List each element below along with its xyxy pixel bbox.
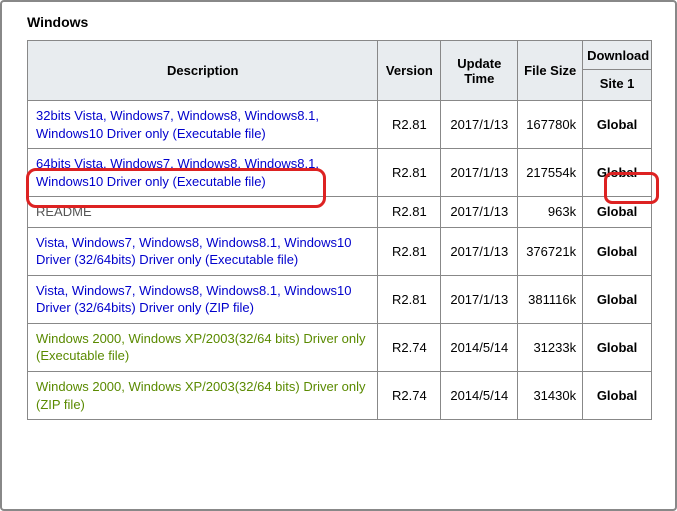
version-cell: R2.81 [378,197,441,228]
file-size-cell: 217554k [518,149,583,197]
update-time-cell: 2014/5/14 [441,372,518,420]
col-header-version: Version [378,41,441,101]
update-time-cell: 2017/1/13 [441,197,518,228]
description-cell[interactable]: Vista, Windows7, Windows8, Windows8.1, W… [28,275,378,323]
description-link[interactable]: 32bits Vista, Windows7, Windows8, Window… [36,108,319,141]
description-link[interactable]: 64bits Vista, Windows7, Windows8, Window… [36,156,319,189]
download-link-global[interactable]: Global [597,165,637,180]
version-cell: R2.81 [378,101,441,149]
col-header-file-size: File Size [518,41,583,101]
table-row: 32bits Vista, Windows7, Windows8, Window… [28,101,652,149]
description-cell[interactable]: Windows 2000, Windows XP/2003(32/64 bits… [28,323,378,371]
description-link: README [36,204,92,219]
download-link-global[interactable]: Global [597,244,637,259]
col-header-site1: Site 1 [583,69,652,100]
download-cell: Global [583,323,652,371]
col-header-update-time: Update Time [441,41,518,101]
description-cell[interactable]: 64bits Vista, Windows7, Windows8, Window… [28,149,378,197]
table-row: Windows 2000, Windows XP/2003(32/64 bits… [28,323,652,371]
download-cell: Global [583,227,652,275]
download-link-global[interactable]: Global [597,292,637,307]
description-cell[interactable]: Vista, Windows7, Windows8, Windows8.1, W… [28,227,378,275]
download-link-global[interactable]: Global [597,340,637,355]
version-cell: R2.81 [378,227,441,275]
update-time-cell: 2017/1/13 [441,227,518,275]
table-row: Vista, Windows7, Windows8, Windows8.1, W… [28,275,652,323]
description-cell: README [28,197,378,228]
update-time-cell: 2017/1/13 [441,149,518,197]
download-cell: Global [583,149,652,197]
description-cell[interactable]: Windows 2000, Windows XP/2003(32/64 bits… [28,372,378,420]
col-header-download: Download [583,41,652,70]
update-time-cell: 2017/1/13 [441,275,518,323]
file-size-cell: 963k [518,197,583,228]
description-link[interactable]: Vista, Windows7, Windows8, Windows8.1, W… [36,283,352,316]
table-row: 64bits Vista, Windows7, Windows8, Window… [28,149,652,197]
update-time-cell: 2017/1/13 [441,101,518,149]
table-row: README R2.812017/1/13963k Global [28,197,652,228]
download-cell: Global [583,197,652,228]
version-cell: R2.74 [378,372,441,420]
download-cell: Global [583,372,652,420]
file-size-cell: 31233k [518,323,583,371]
description-link[interactable]: Vista, Windows7, Windows8, Windows8.1, W… [36,235,352,268]
file-size-cell: 167780k [518,101,583,149]
section-title: Windows [27,14,652,30]
file-size-cell: 376721k [518,227,583,275]
description-link[interactable]: Windows 2000, Windows XP/2003(32/64 bits… [36,331,365,364]
version-cell: R2.81 [378,149,441,197]
download-cell: Global [583,275,652,323]
download-link-global[interactable]: Global [597,204,637,219]
download-cell: Global [583,101,652,149]
download-link-global[interactable]: Global [597,388,637,403]
table-row: Windows 2000, Windows XP/2003(32/64 bits… [28,372,652,420]
update-time-cell: 2014/5/14 [441,323,518,371]
description-cell[interactable]: 32bits Vista, Windows7, Windows8, Window… [28,101,378,149]
file-size-cell: 381116k [518,275,583,323]
version-cell: R2.74 [378,323,441,371]
download-link-global[interactable]: Global [597,117,637,132]
downloads-table: Description Version Update Time File Siz… [27,40,652,420]
col-header-description: Description [28,41,378,101]
version-cell: R2.81 [378,275,441,323]
description-link[interactable]: Windows 2000, Windows XP/2003(32/64 bits… [36,379,365,412]
file-size-cell: 31430k [518,372,583,420]
table-row: Vista, Windows7, Windows8, Windows8.1, W… [28,227,652,275]
